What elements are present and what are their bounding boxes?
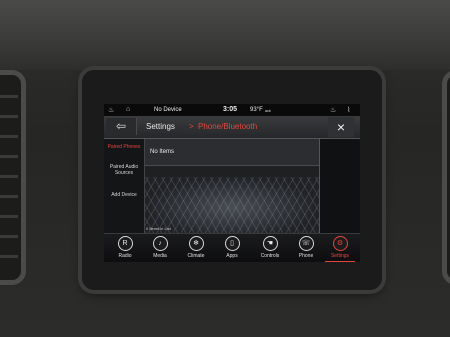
breadcrumb-current: Phone/Bluetooth xyxy=(198,122,258,131)
seat-icon[interactable]: ⌂ xyxy=(126,106,130,113)
nav-controls[interactable]: ☚ Controls xyxy=(252,236,288,259)
steering-heat-icon[interactable]: ⌇ xyxy=(347,106,350,114)
settings-icon: ⚙ xyxy=(332,236,348,251)
climate-icon: ❄ xyxy=(188,236,204,251)
nav-apps[interactable]: ▯ Apps xyxy=(214,236,250,259)
breadcrumb-separator: > xyxy=(189,122,194,131)
device-list: No Items xyxy=(145,139,320,233)
outside-temperature: 93°F xyxy=(250,107,263,113)
nav-media-label: Media xyxy=(153,253,167,259)
apps-icon: ▯ xyxy=(224,236,240,251)
seat-heat-right-icon[interactable]: ♨ xyxy=(330,106,336,114)
radio-icon: R xyxy=(117,236,133,251)
empty-list-message: No Items xyxy=(150,149,175,155)
sidebar-item-paired-audio-sources[interactable]: Paired Audio Sources xyxy=(104,163,144,176)
nav-settings[interactable]: ⚙ Settings xyxy=(322,236,358,259)
right-panel xyxy=(320,139,360,233)
right-air-vent xyxy=(442,70,450,285)
bottom-navigation: R Radio ♪ Media ❄ Climate ▯ Apps ☚ Contr… xyxy=(104,233,360,262)
sidebar-item-add-device[interactable]: Add Device xyxy=(104,191,144,198)
background-pattern xyxy=(145,177,319,233)
nav-media[interactable]: ♪ Media xyxy=(142,236,178,259)
back-arrow-icon: ⇦ xyxy=(115,119,127,133)
close-icon: × xyxy=(336,119,346,135)
list-item: No Items xyxy=(145,139,319,166)
nav-climate-label: Climate xyxy=(187,253,205,259)
nav-phone-label: Phone xyxy=(298,253,314,259)
clock: 3:05 xyxy=(223,106,238,113)
nav-phone[interactable]: ☏ Phone xyxy=(288,236,324,259)
active-tab-indicator xyxy=(325,261,355,262)
sidebar: Paired Phones Paired Audio Sources Add D… xyxy=(104,139,145,233)
close-button[interactable]: × xyxy=(328,117,354,137)
nav-climate[interactable]: ❄ Climate xyxy=(178,236,214,259)
back-button[interactable]: ⇦ xyxy=(106,118,137,135)
media-icon: ♪ xyxy=(152,236,168,251)
status-bar: ♨ ⌂ No Device 3:05 93°F out ♨ ⌇ xyxy=(104,104,360,116)
nav-controls-label: Controls xyxy=(260,253,280,259)
items-count: 0 Items in List xyxy=(146,226,171,231)
device-status: No Device xyxy=(154,107,182,113)
infotainment-screen: ♨ ⌂ No Device 3:05 93°F out ♨ ⌇ ⇦ Settin… xyxy=(104,104,360,262)
left-air-vent xyxy=(0,70,26,285)
nav-settings-label: Settings xyxy=(330,253,350,259)
temperature-note: out xyxy=(265,108,271,113)
nav-apps-label: Apps xyxy=(226,253,238,259)
breadcrumb-settings[interactable]: Settings xyxy=(146,122,175,131)
nav-radio-label: Radio xyxy=(118,253,132,259)
title-bar: ⇦ Settings > Phone/Bluetooth × xyxy=(104,116,360,139)
seat-heat-icon[interactable]: ♨ xyxy=(108,106,114,114)
controls-icon: ☚ xyxy=(262,236,278,251)
sidebar-item-paired-phones[interactable]: Paired Phones xyxy=(104,143,144,150)
nav-radio[interactable]: R Radio xyxy=(107,236,143,259)
dashboard-top xyxy=(0,0,450,70)
phone-icon: ☏ xyxy=(298,236,314,251)
